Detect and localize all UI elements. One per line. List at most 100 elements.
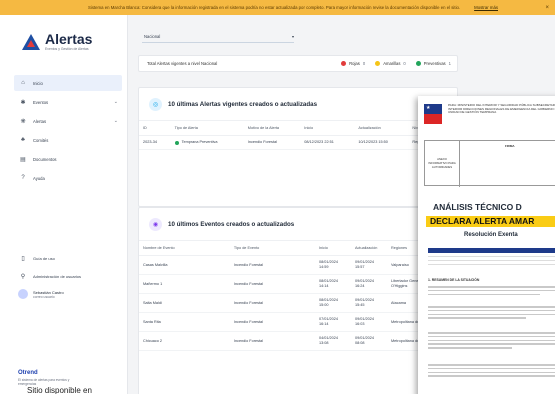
event-icon: ◉ — [149, 217, 162, 231]
document-signature-box: ANEXO INFORMATIVO PARA AUTORIDADES FIRMA — [424, 140, 555, 187]
event-type: Incendio Forestal — [229, 312, 315, 332]
event-type: Incendio Forestal — [229, 274, 315, 294]
government-logo-icon — [424, 104, 442, 124]
document-preview[interactable]: PARA: MINISTERIO DEL INTERIOR Y SEGURIDA… — [418, 96, 555, 394]
sidebar-link-label: Guía de uso — [33, 255, 55, 261]
site-available-text: Sitio disponible en — [24, 386, 95, 394]
document-alert-title: DECLARA ALERTA AMAR — [426, 216, 555, 227]
event-start: 04/01/2024 13:08 — [315, 331, 351, 351]
alert-icon: ❋ — [20, 118, 26, 125]
sidebar-item-alertas[interactable]: ❋ Alertas ⌄ — [14, 113, 122, 129]
column-header[interactable]: Actualización — [351, 240, 387, 256]
column-header[interactable]: Tipo de Alerta — [170, 120, 244, 136]
events-table: Nombre de Evento Tipo de Evento Inicio Actu… — [139, 240, 457, 351]
chevron-down-icon: ▾ — [291, 34, 294, 39]
column-header[interactable]: ID — [139, 120, 171, 136]
legend-label: Amarillas — [383, 61, 401, 66]
column-header[interactable]: Nombre de Evento — [139, 240, 230, 256]
sidebar-item-label: Alertas — [33, 118, 47, 124]
legend-count: 0 — [403, 61, 406, 66]
avatar — [18, 289, 28, 299]
event-name: Casas Malvilla — [139, 255, 230, 275]
sidebar-item-label: Inicio — [33, 80, 43, 86]
table-row[interactable]: Santa Rita Incendio Forestal 07/01/2024 16… — [139, 312, 457, 332]
document-table — [428, 248, 555, 270]
sidebar-link-1[interactable]: ⚲ Administración de usuarios — [14, 269, 122, 283]
status-dot — [174, 140, 179, 145]
event-updated: 09/01/2024 15:45 — [351, 293, 387, 313]
banner-more-link[interactable]: Mostrar más — [474, 5, 498, 10]
document-paragraph — [428, 306, 555, 321]
legend-count: 0 — [362, 61, 366, 66]
event-type: Incendio Forestal — [229, 255, 315, 275]
document-icon: ▤ — [20, 156, 26, 163]
help-icon: ? — [21, 175, 25, 181]
banner-text: Sistema en Marcha Blanca: Considera que … — [88, 5, 461, 10]
latest-alerts-card: ◎ 10 últimas Alertas vigentes creados o … — [138, 87, 458, 207]
legend-item: Preventivas 1 — [415, 61, 451, 66]
alerts-table: ID Tipo de Alerta Motivo de la Alerta Inici… — [139, 120, 457, 150]
main-nav: ⌂ Inicio ✱ Eventos ⌄ ❋ Alertas ⌄ ♣ Comités ▤ Docume… — [14, 75, 122, 189]
sidebar-item-label: Ayuda — [33, 175, 45, 181]
home-icon: ⌂ — [21, 80, 25, 86]
sidebar-item-eventos[interactable]: ✱ Eventos ⌄ — [14, 94, 122, 110]
event-updated: 09/01/2024 16:24 — [351, 274, 387, 294]
table-row[interactable]: Salta Maldi Incendio Forestal 08/01/2024 1… — [139, 293, 457, 313]
event-updated: 09/01/2024 08:08 — [351, 331, 387, 351]
latest-events-card: ◉ 10 últimos Eventos creados o actualiza… — [138, 207, 458, 394]
column-header[interactable]: Motivo de la Alerta — [243, 120, 301, 136]
document-section-title: 1. RESUMEN DE LA SITUACIÓN — [428, 278, 480, 282]
sidebar-item-ayuda[interactable]: ? Ayuda — [14, 170, 122, 186]
sidebar-item-label: Comités — [33, 137, 49, 143]
alert-id: 2023-34 — [139, 135, 171, 150]
event-type: Incendio Forestal — [229, 293, 315, 313]
app-logo[interactable]: Alertas Eventos y Gestión de Alertas — [22, 32, 92, 51]
table-row[interactable]: Mañermo 1 Incendio Forestal 08/01/2024 14:… — [139, 274, 457, 294]
alert-type-tag: Temprana Preventiva — [174, 140, 240, 145]
column-header[interactable]: Tipo de Evento — [229, 240, 315, 256]
column-header[interactable]: Inicio — [315, 240, 351, 256]
alert-logo-icon — [22, 33, 40, 50]
sidebar-link-label: Administración de usuarios — [33, 273, 82, 279]
sidebar-link-0[interactable]: ▯ Guía de uso — [14, 251, 122, 265]
event-name: Chicuaco 2 — [139, 331, 230, 351]
alert-totals-label: Total Alertas vigentes a nivel Nacional — [147, 61, 218, 66]
app-title: Alertas — [45, 31, 93, 47]
close-icon[interactable]: × — [545, 5, 549, 11]
legend-label: Preventivas — [423, 61, 446, 66]
region-select[interactable]: Nacional ▾ — [142, 31, 294, 43]
alert-updated: 10/12/2023 15:50 — [354, 135, 409, 150]
latest-events-title: 10 últimos Eventos creados o actualizado… — [168, 220, 295, 228]
event-start: 08/01/2024 14:14 — [315, 274, 351, 294]
alert-icon: ◎ — [149, 97, 162, 111]
user-email: correo usuario — [33, 294, 55, 299]
latest-alerts-title: 10 últimas Alertas vigentes creados o ac… — [168, 100, 318, 108]
table-row[interactable]: Chicuaco 2 Incendio Forestal 04/01/2024 13… — [139, 331, 457, 351]
document-firma: FIRMA — [505, 144, 515, 148]
event-type: Incendio Forestal — [229, 331, 315, 351]
alert-type-cell: Temprana Preventiva — [170, 135, 244, 150]
sidebar-item-label: Eventos — [33, 99, 49, 105]
sidebar-item-label: Documentos — [33, 156, 57, 162]
sidebar-item-inicio[interactable]: ⌂ Inicio — [14, 75, 122, 91]
table-row[interactable]: 2023-34 Temprana Preventiva Incendio Fores… — [139, 135, 457, 150]
column-header[interactable]: Inicio — [300, 120, 355, 136]
alert-legend: Rojas 0 Amarillas 0 Preventivas 1 — [331, 61, 457, 66]
brand-tagline: El sistema de alertas para eventos y eme… — [18, 378, 70, 386]
sidebar-item-comits[interactable]: ♣ Comités — [14, 132, 122, 148]
event-name: Salta Maldi — [139, 293, 230, 313]
column-header[interactable]: Actualización — [354, 120, 409, 136]
user-profile[interactable]: Sebastián Castro correo usuario — [14, 289, 122, 299]
legend-count: 1 — [448, 61, 451, 66]
event-updated: 09/01/2024 15:57 — [351, 255, 387, 275]
alert-reason: Incendio Forestal — [243, 135, 301, 150]
guide-icon: ▯ — [21, 255, 25, 262]
document-title: ANÁLISIS TÉCNICO D — [433, 202, 522, 212]
table-row[interactable]: Casas Malvilla Incendio Forestal 08/01/202… — [139, 255, 457, 275]
events-icon: ✱ — [20, 99, 26, 106]
brand-block: Otrend El sistema de alertas para evento… — [18, 370, 88, 386]
bottom-nav: ▯ Guía de uso ⚲ Administración de usuarios … — [14, 251, 122, 299]
legend-label: Rojas — [349, 61, 360, 66]
sidebar-item-documentos[interactable]: ▤ Documentos — [14, 151, 122, 167]
users-admin-icon: ⚲ — [20, 273, 26, 280]
